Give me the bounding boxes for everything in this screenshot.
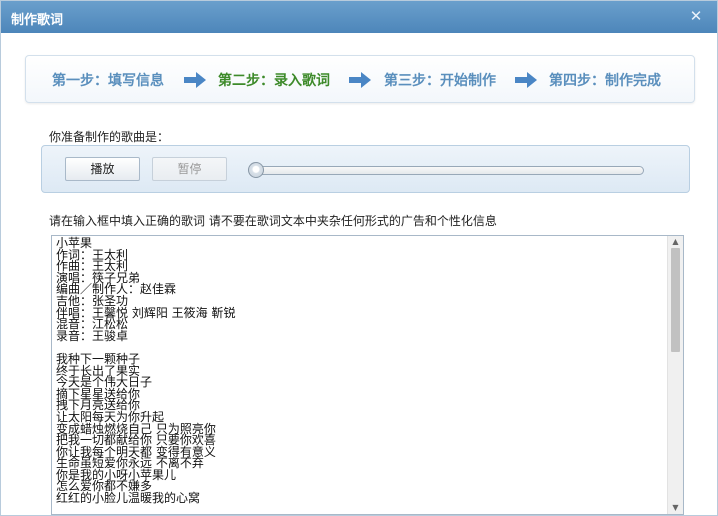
lyrics-maker-window: 制作歌词 ✕ 第一步：填写信息 第二步：录入歌词 第三步：开始制作 第四步：制作… [0,0,718,516]
scroll-up-icon[interactable]: ▲ [668,236,683,248]
lyrics-textarea[interactable]: 小苹果 作词：王太利 作曲：王太利 演唱：筷子兄弟 编曲／制作人：赵佳霖 吉他：… [51,235,684,515]
window-title: 制作歌词 [11,13,64,28]
lyrics-text: 小苹果 作词：王太利 作曲：王太利 演唱：筷子兄弟 编曲／制作人：赵佳霖 吉他：… [56,236,236,506]
player-panel: 播放 暂停 [41,145,690,193]
scrollbar-thumb[interactable] [671,248,680,352]
arrow-right-icon [515,72,537,88]
scroll-down-icon[interactable]: ▼ [668,502,683,514]
lyrics-hint: 请在输入框中填入正确的歌词 请不要在歌词文本中夹杂任何形式的广告和个性化信息 [49,214,497,228]
title-bar[interactable]: 制作歌词 ✕ [1,1,717,33]
arrow-right-icon [349,72,371,88]
progress-slider-thumb[interactable] [248,162,264,178]
arrow-right-icon [184,72,206,88]
step-4-label: 第四步：制作完成 [549,73,661,89]
wizard-steps: 第一步：填写信息 第二步：录入歌词 第三步：开始制作 第四步：制作完成 [25,55,695,103]
progress-slider-track[interactable] [254,166,644,175]
pause-button[interactable]: 暂停 [152,157,227,181]
song-label: 你准备制作的歌曲是： [49,130,170,144]
step-3-label: 第三步：开始制作 [384,73,496,89]
close-icon[interactable]: ✕ [687,7,705,25]
lyrics-scrollbar[interactable]: ▲ ▼ [667,236,683,514]
step-2-label: 第二步：录入歌词 [218,73,330,89]
play-button[interactable]: 播放 [65,157,140,181]
step-1-label: 第一步：填写信息 [52,73,164,89]
